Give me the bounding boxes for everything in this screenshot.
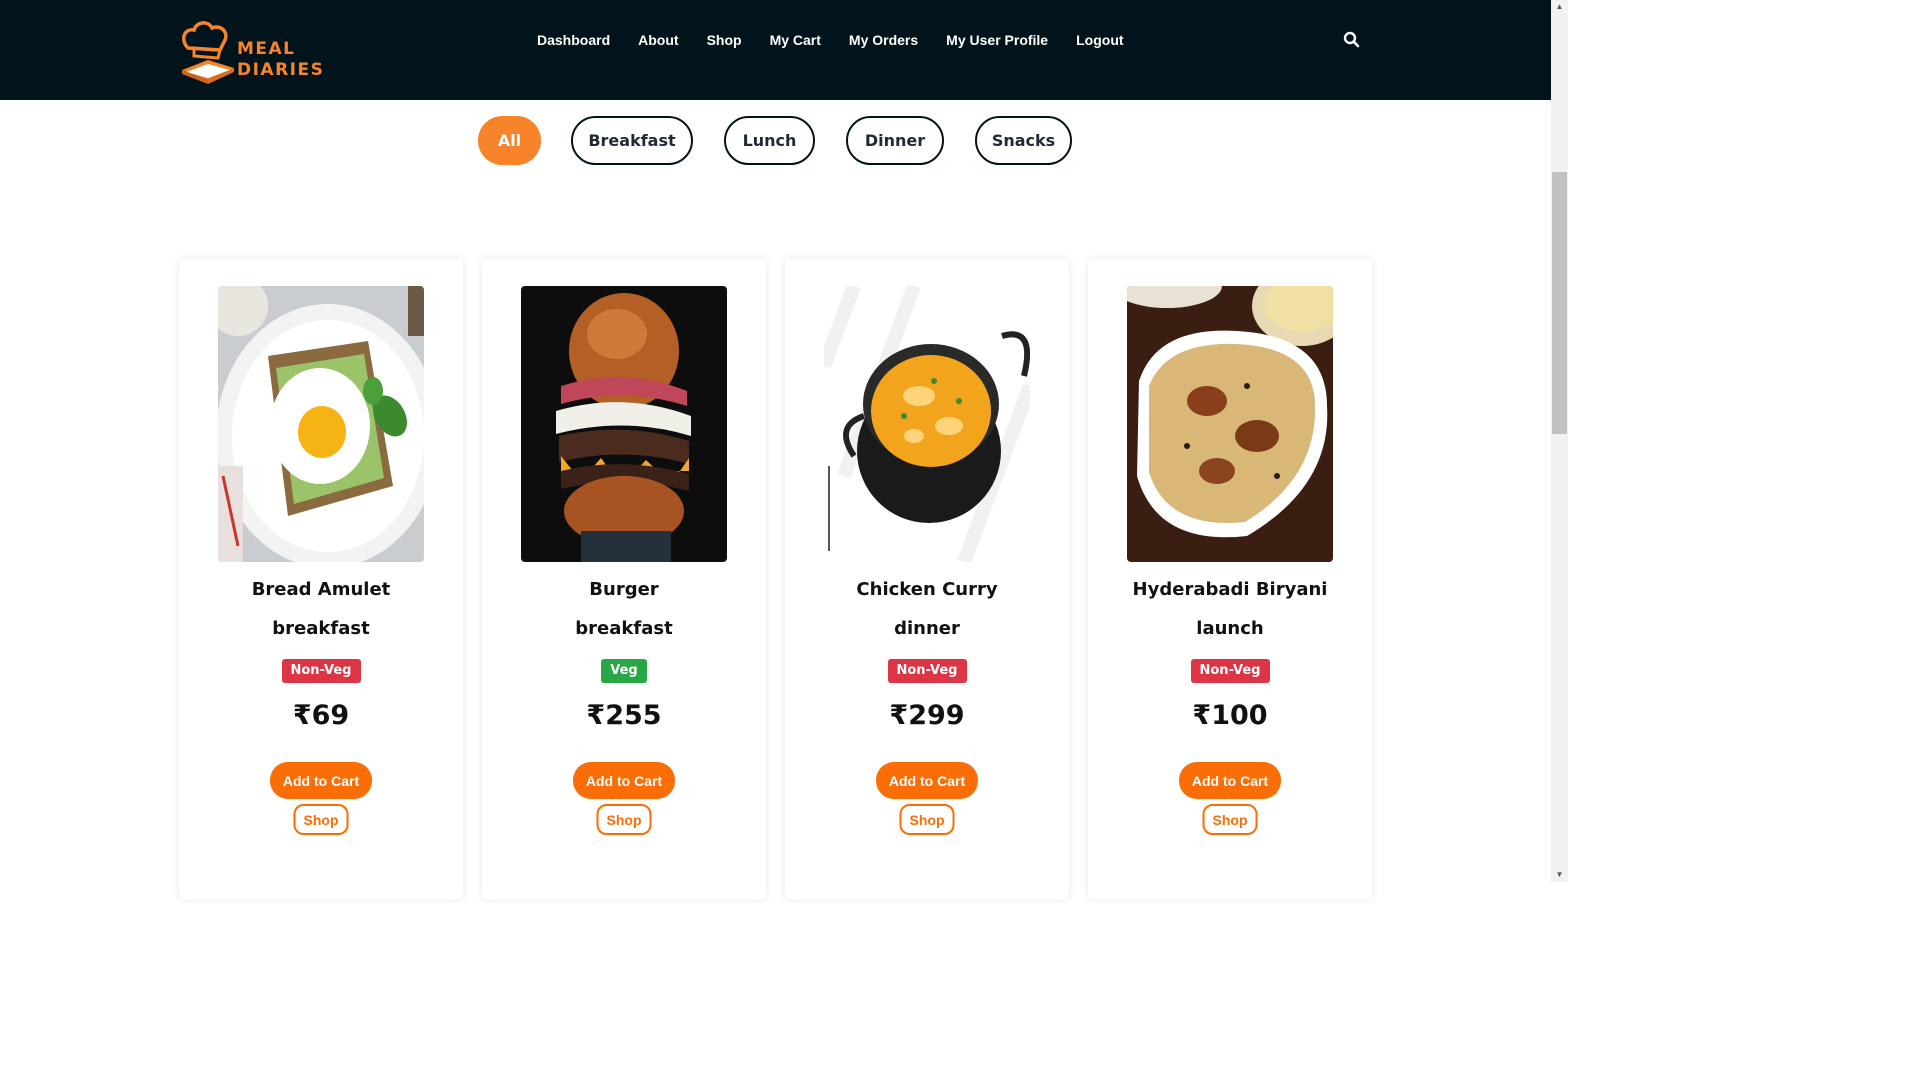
product-card: Burger breakfast Veg ₹255 Add to Cart Sh… <box>482 259 766 899</box>
shop-button[interactable]: Shop <box>1202 804 1258 835</box>
top-navbar: MEAL DIARIES Dashboard About Shop My Car… <box>0 0 1551 100</box>
product-card: Hyderabadi Biryani launch Non-Veg ₹100 A… <box>1088 259 1372 899</box>
product-name: Bread Amulet <box>251 579 391 600</box>
burger-photo <box>521 286 727 562</box>
nav-my-orders[interactable]: My Orders <box>835 30 932 50</box>
curry-bowl-photo <box>824 286 1030 562</box>
search-icon <box>1343 31 1360 48</box>
shop-button[interactable]: Shop <box>596 804 652 835</box>
logo-text-diaries: DIARIES <box>237 60 325 80</box>
product-image <box>824 286 1030 562</box>
chef-hat-book-icon <box>182 21 234 84</box>
add-to-cart-button[interactable]: Add to Cart <box>1179 762 1281 799</box>
product-category: launch <box>1196 618 1264 639</box>
meal-diaries-logo[interactable]: MEAL DIARIES <box>178 18 328 84</box>
product-image <box>218 286 424 562</box>
filter-all[interactable]: All <box>478 116 541 165</box>
nav-my-user-profile[interactable]: My User Profile <box>932 30 1062 50</box>
diet-badge: Veg <box>601 659 647 683</box>
search-button[interactable] <box>1341 29 1363 51</box>
product-name: Burger <box>589 579 659 600</box>
product-category: breakfast <box>272 618 370 639</box>
product-image <box>521 286 727 562</box>
product-price: ₹255 <box>586 700 662 731</box>
avocado-toast-egg-photo <box>218 286 424 562</box>
filter-dinner[interactable]: Dinner <box>846 116 944 165</box>
nav-about[interactable]: About <box>624 30 692 50</box>
shop-button[interactable]: Shop <box>899 804 955 835</box>
shop-button[interactable]: Shop <box>293 804 349 835</box>
logo-text-meal: MEAL <box>237 39 296 59</box>
product-card: Bread Amulet breakfast Non-Veg ₹69 Add t… <box>179 259 463 899</box>
filter-breakfast[interactable]: Breakfast <box>571 116 693 165</box>
diet-badge: Non-Veg <box>1190 659 1270 683</box>
filter-lunch[interactable]: Lunch <box>724 116 815 165</box>
product-image <box>1127 286 1333 562</box>
filter-snacks[interactable]: Snacks <box>975 116 1072 165</box>
product-category: dinner <box>894 618 960 639</box>
product-price: ₹69 <box>292 700 350 731</box>
page-scrollbar[interactable] <box>1551 0 1568 882</box>
diet-badge: Non-Veg <box>281 659 361 683</box>
add-to-cart-button[interactable]: Add to Cart <box>876 762 978 799</box>
main-nav: Dashboard About Shop My Cart My Orders M… <box>523 30 1138 50</box>
add-to-cart-button[interactable]: Add to Cart <box>270 762 372 799</box>
scroll-up-arrow[interactable]: ▲ <box>1551 0 1568 14</box>
product-name: Hyderabadi Biryani <box>1132 579 1328 600</box>
biryani-photo <box>1127 286 1333 562</box>
nav-shop[interactable]: Shop <box>693 30 756 50</box>
product-name: Chicken Curry <box>856 579 998 600</box>
product-category: breakfast <box>575 618 673 639</box>
nav-my-cart[interactable]: My Cart <box>756 30 835 50</box>
scroll-down-arrow[interactable]: ▼ <box>1551 868 1568 882</box>
product-card: Chicken Curry dinner Non-Veg ₹299 Add to… <box>785 259 1069 899</box>
product-price: ₹100 <box>1192 700 1268 731</box>
diet-badge: Non-Veg <box>887 659 967 683</box>
add-to-cart-button[interactable]: Add to Cart <box>573 762 675 799</box>
nav-dashboard[interactable]: Dashboard <box>523 30 624 50</box>
product-price: ₹299 <box>889 700 965 731</box>
scrollbar-thumb[interactable] <box>1552 172 1567 434</box>
nav-logout[interactable]: Logout <box>1062 30 1137 50</box>
category-filters: All Breakfast Lunch Dinner Snacks <box>0 116 1551 166</box>
